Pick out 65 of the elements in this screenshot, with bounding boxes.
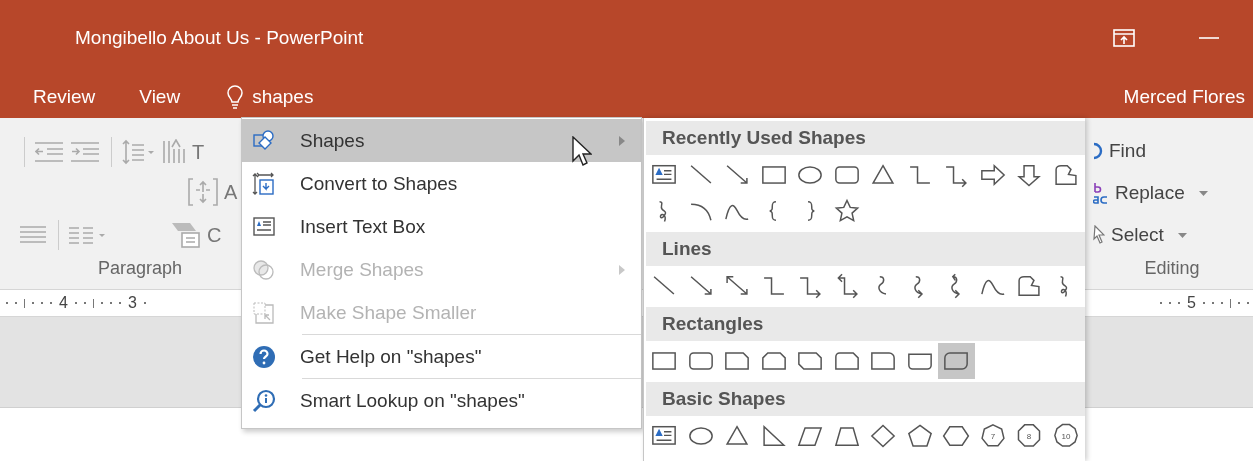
ribbon-display-options-icon[interactable]	[1113, 28, 1135, 47]
section-header: Recently Used Shapes	[646, 121, 1085, 155]
group-label: Editing	[1144, 258, 1200, 280]
ruler-tick	[1169, 302, 1172, 304]
section-header: Basic Shapes	[646, 382, 1085, 416]
button-label[interactable]: A	[224, 180, 238, 204]
ruler-tick	[83, 302, 86, 304]
submenu-arrow-icon	[619, 264, 625, 275]
ruler-tick	[74, 302, 77, 304]
ruler-tick	[1160, 302, 1163, 304]
menu-item[interactable]: Smart Lookup on "shapes"	[242, 379, 641, 422]
pointer-icon	[1093, 225, 1105, 245]
tell-me-field[interactable]: shapes	[223, 82, 318, 111]
ruler-tick	[1212, 302, 1214, 304]
lightbulb-icon	[227, 84, 244, 109]
editing-button[interactable]: Select	[1091, 214, 1189, 256]
help-icon	[252, 344, 276, 369]
replace-icon	[1093, 182, 1109, 204]
menu-item[interactable]: Convert to Shapes	[242, 162, 641, 205]
ruler-tick	[143, 302, 146, 304]
text-box-icon	[252, 214, 276, 239]
window-title: Mongibello About Us - PowerPoint	[75, 26, 364, 49]
mouse-cursor-icon	[572, 136, 592, 168]
caret-icon	[1177, 232, 1187, 238]
ruler-tick	[1247, 302, 1249, 304]
shape-option[interactable]	[938, 343, 975, 379]
caret-icon	[1198, 190, 1208, 196]
menu-item[interactable]: Insert Text Box	[242, 205, 641, 248]
ruler-tick	[1221, 302, 1223, 304]
ruler-number: 4	[59, 294, 68, 312]
ruler-tick	[24, 298, 25, 308]
minimize-icon[interactable]	[1199, 35, 1219, 40]
user-name[interactable]: Merced Flores	[1123, 85, 1253, 108]
ruler-number: 5	[1187, 294, 1196, 312]
editing-button[interactable]: Replace	[1091, 172, 1210, 214]
ruler-tick	[1238, 302, 1240, 304]
ruler-tick	[15, 302, 17, 304]
ruler-tick	[92, 298, 94, 308]
shrink-shape-icon	[252, 300, 276, 325]
ruler-tick	[1203, 302, 1205, 304]
ruler-tick	[32, 302, 34, 304]
ruler-tick	[50, 302, 52, 304]
ruler-tick	[100, 302, 103, 304]
section-header: Rectangles	[646, 307, 1085, 341]
overlapping-circles-icon	[252, 257, 276, 282]
ribbon-tab[interactable]: View	[126, 81, 194, 112]
ruler-tick	[6, 302, 8, 304]
ruler-tick	[109, 302, 112, 304]
menu-item[interactable]: Get Help on "shapes"	[242, 335, 641, 378]
ruler-tick	[1178, 302, 1181, 304]
ruler-tick	[41, 302, 43, 304]
ruler-tick	[118, 302, 121, 304]
group-label: Paragraph	[97, 258, 183, 280]
menu-item[interactable]: Shapes	[242, 119, 641, 162]
hexagon-icon	[941, 423, 972, 449]
ribbon-tab[interactable]: Review	[20, 81, 109, 112]
ruler-number: 3	[127, 294, 137, 312]
search-info-icon	[252, 388, 276, 413]
editing-button[interactable]: Find	[1091, 130, 1148, 172]
button-label[interactable]: C	[207, 223, 222, 247]
convert-shape-icon	[252, 171, 276, 196]
section-header: Lines	[646, 232, 1085, 266]
button-label[interactable]: T	[192, 140, 205, 164]
submenu-arrow-icon	[619, 135, 625, 146]
ruler-tick	[1230, 298, 1231, 308]
